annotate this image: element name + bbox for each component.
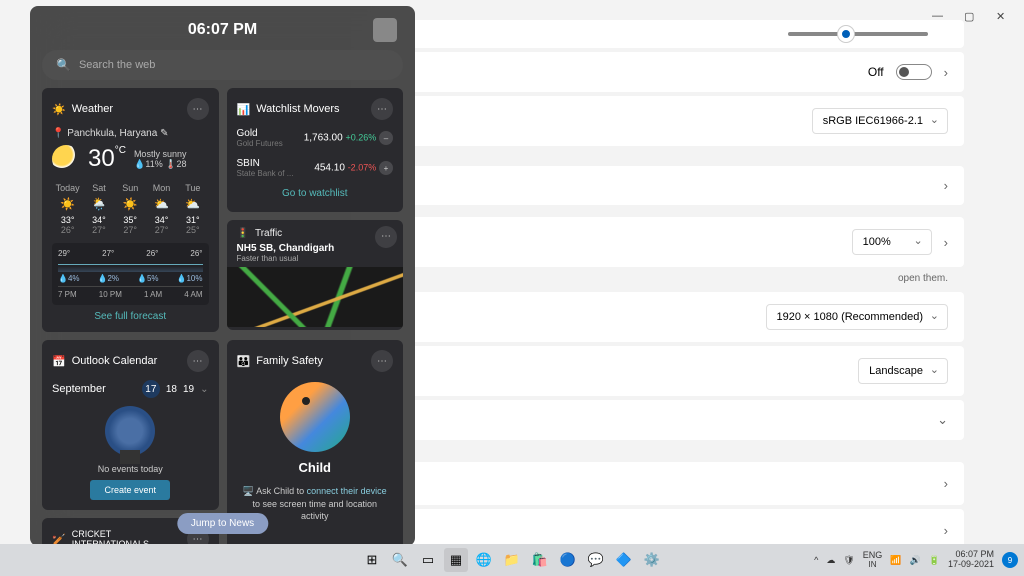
weather-forecast-days: Today☀️33°26°Sat🌦️34°27°Sun☀️35°27°Mon⛅3…	[52, 183, 209, 235]
calendar-dates[interactable]: 17 18 19 ⌄	[142, 380, 209, 398]
store-icon[interactable]: 🛍️	[528, 548, 552, 572]
balloon-graphic	[105, 406, 155, 456]
chrome-icon[interactable]: 🔵	[556, 548, 580, 572]
chevron-right-icon: ›	[944, 235, 948, 250]
jump-to-news-button[interactable]: Jump to News	[177, 513, 268, 534]
more-icon[interactable]: ⋯	[371, 350, 393, 372]
more-icon[interactable]: ⋯	[371, 98, 393, 120]
setting-orientation-row[interactable]: Landscape	[384, 346, 964, 396]
chart-icon: 📊	[237, 103, 251, 116]
app-icon[interactable]: 🔷	[612, 548, 636, 572]
setting-scale-row[interactable]: 100% ›	[384, 217, 964, 267]
brightness-slider[interactable]	[788, 32, 928, 36]
edge-icon[interactable]: 🌐	[472, 548, 496, 572]
traffic-widget[interactable]: 🚦 Traffic ⋯ NH5 SB, Chandigarh Faster th…	[227, 220, 404, 330]
widgets-time: 06:07 PM	[72, 21, 373, 39]
traffic-icon: 🚦	[237, 228, 249, 239]
resolution-dropdown[interactable]: 1920 × 1080 (Recommended)	[766, 304, 948, 330]
color-profile-dropdown[interactable]: sRGB IEC61966-2.1	[812, 108, 948, 134]
weather-icon: ☀️	[52, 103, 66, 116]
setting-resolution-row[interactable]: 1920 × 1080 (Recommended)	[384, 292, 964, 342]
widgets-search-box[interactable]: 🔍 Search the web	[42, 50, 403, 80]
settings-icon[interactable]: ⚙️	[640, 548, 664, 572]
chevron-right-icon: ›	[944, 476, 948, 491]
whatsapp-icon[interactable]: 💬	[584, 548, 608, 572]
taskview-button[interactable]: ▭	[416, 548, 440, 572]
weather-condition: Mostly sunny	[134, 149, 187, 159]
search-icon: 🔍	[56, 58, 71, 72]
watchlist-link[interactable]: Go to watchlist	[237, 188, 394, 199]
traffic-location: NH5 SB, Chandigarh	[227, 243, 404, 254]
night-light-label: Off	[868, 65, 884, 79]
traffic-map[interactable]	[227, 267, 404, 327]
calendar-month: September	[52, 383, 106, 395]
scale-dropdown[interactable]: 100%	[852, 229, 932, 255]
onedrive-icon[interactable]: ☁	[826, 555, 835, 566]
scale-helper-text: open them.	[384, 271, 964, 292]
chevron-down-icon: ⌄	[937, 412, 948, 428]
family-title: Family Safety	[256, 355, 365, 367]
calendar-widget[interactable]: 📅 Outlook Calendar ⋯ September 17 18 19 …	[42, 340, 219, 510]
weather-title: Weather	[72, 103, 181, 115]
create-event-button[interactable]: Create event	[90, 480, 170, 500]
child-avatar	[280, 382, 350, 452]
chevron-right-icon: ›	[944, 65, 948, 80]
tray-chevron-icon[interactable]: ^	[814, 555, 818, 565]
more-icon[interactable]: ⋯	[187, 350, 209, 372]
traffic-status: Faster than usual	[227, 254, 404, 267]
setting-brightness-row	[384, 20, 964, 48]
watchlist-title: Watchlist Movers	[256, 103, 365, 115]
setting-expand-row[interactable]: ⌄	[384, 400, 964, 440]
wifi-icon[interactable]: 📶	[890, 555, 901, 566]
search-placeholder: Search the web	[79, 59, 389, 71]
calendar-icon: 📅	[52, 355, 66, 368]
taskbar-clock[interactable]: 06:07 PM 17-09-2021	[948, 550, 994, 570]
night-light-toggle[interactable]	[896, 64, 932, 80]
chevron-right-icon: ›	[944, 523, 948, 538]
calendar-title: Outlook Calendar	[72, 355, 181, 367]
orientation-dropdown[interactable]: Landscape	[858, 358, 948, 384]
setting-colorprofile-row[interactable]: sRGB IEC61966-2.1	[384, 96, 964, 146]
more-icon[interactable]: ⋯	[187, 98, 209, 120]
see-forecast-link[interactable]: See full forecast	[52, 311, 209, 322]
watchlist-widget[interactable]: 📊 Watchlist Movers ⋯ GoldGold Futures1,7…	[227, 88, 404, 212]
weather-location: Panchkula, Haryana	[67, 128, 157, 139]
explorer-icon[interactable]: 📁	[500, 548, 524, 572]
sun-icon	[52, 145, 80, 173]
widgets-panel: 06:07 PM 🔍 Search the web ☀️ Weather ⋯ 📍…	[30, 6, 415, 546]
setting-hdr-row[interactable]: ›	[384, 166, 964, 205]
weather-hourly-chart: 29°27°26°26° 💧4%💧2%💧5%💧10% 7 PM10 PM1 AM…	[52, 243, 209, 305]
search-button[interactable]: 🔍	[388, 548, 412, 572]
widgets-button[interactable]: ▦	[444, 548, 468, 572]
security-icon[interactable]: 🛡	[843, 555, 854, 566]
weather-temp: 30	[88, 145, 115, 172]
taskbar: ⊞ 🔍 ▭ ▦ 🌐 📁 🛍️ 🔵 💬 🔷 ⚙️ ^ ☁ 🛡 ENG IN 📶 🔊…	[0, 544, 1024, 576]
child-name: Child	[237, 460, 394, 475]
chevron-right-icon: ›	[944, 178, 948, 193]
no-events-text: No events today	[52, 464, 209, 474]
start-button[interactable]: ⊞	[360, 548, 384, 572]
notifications-badge[interactable]: 9	[1002, 552, 1018, 568]
setting-nightlight-row[interactable]: Off ›	[384, 52, 964, 92]
more-icon[interactable]: ⋯	[375, 226, 397, 248]
setting-multidisplay-row[interactable]: ›	[384, 462, 964, 505]
family-icon: 👪	[237, 355, 251, 368]
weather-widget[interactable]: ☀️ Weather ⋯ 📍 Panchkula, Haryana ✎ 30°C…	[42, 88, 219, 332]
user-avatar[interactable]	[373, 18, 397, 42]
battery-icon[interactable]: 🔋	[929, 555, 940, 566]
volume-icon[interactable]: 🔊	[910, 555, 921, 566]
